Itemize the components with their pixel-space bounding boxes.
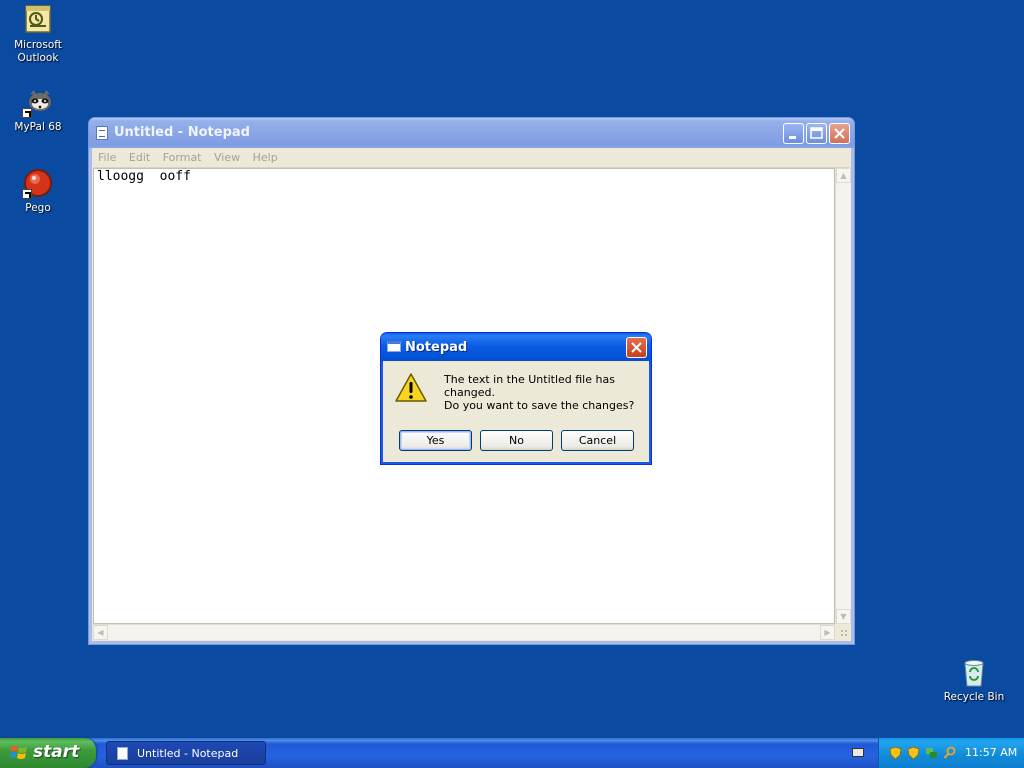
maximize-icon xyxy=(810,127,823,139)
start-label: start xyxy=(33,742,80,762)
taskbar-button-label: Untitled - Notepad xyxy=(137,747,239,760)
menu-file[interactable]: File xyxy=(98,148,116,167)
outlook-icon xyxy=(22,4,54,36)
notepad-icon xyxy=(117,747,128,760)
clock[interactable]: 11:57 AM xyxy=(965,746,1017,759)
search-icon[interactable] xyxy=(943,746,956,760)
notepad-icon xyxy=(96,126,108,140)
scroll-down-button[interactable]: ▼ xyxy=(836,609,851,624)
menu-view[interactable]: View xyxy=(214,148,240,167)
horizontal-scrollbar[interactable]: ◀ ▶ xyxy=(93,624,835,640)
save-changes-dialog: Notepad The text in the Untitled file ha… xyxy=(380,332,652,465)
shortcut-arrow-icon xyxy=(22,189,32,199)
shield-icon[interactable] xyxy=(889,746,902,760)
dialog-body: The text in the Untitled file has change… xyxy=(384,361,648,461)
menu-edit[interactable]: Edit xyxy=(129,148,150,167)
dialog-close-button[interactable] xyxy=(626,337,647,358)
desktop-icon-mypal[interactable]: MyPal 68 xyxy=(0,86,76,134)
minimize-button[interactable] xyxy=(783,123,804,144)
desktop-icon-label: MyPal 68 xyxy=(14,121,62,133)
taskbar: start Untitled - Notepad 11:57 AM xyxy=(0,738,1024,768)
recycle-bin-label: Recycle Bin xyxy=(943,691,1005,703)
pego-icon xyxy=(22,167,54,199)
close-icon xyxy=(834,128,845,139)
resize-grip-icon[interactable] xyxy=(835,624,850,639)
mypal-icon xyxy=(22,86,54,118)
keyboard-icon[interactable] xyxy=(852,748,864,757)
menu-bar: File Edit Format View Help xyxy=(93,148,850,168)
vertical-scrollbar[interactable]: ▲ ▼ xyxy=(835,168,851,624)
shortcut-arrow-icon xyxy=(22,108,32,118)
no-button[interactable]: No xyxy=(480,430,553,451)
editor-content: lloogg ooff xyxy=(97,169,191,184)
system-tray: 11:57 AM xyxy=(878,738,1024,768)
desktop-icon-pego[interactable]: Pego xyxy=(0,167,76,215)
dialog-message-line1: The text in the Untitled file has change… xyxy=(444,373,615,399)
yes-button[interactable]: Yes xyxy=(399,430,472,451)
scroll-left-button[interactable]: ◀ xyxy=(93,625,108,640)
minimize-icon xyxy=(789,136,796,139)
dialog-message-line2: Do you want to save the changes? xyxy=(444,399,635,412)
windows-logo-icon xyxy=(10,746,27,759)
desktop-icon-recycle-bin[interactable]: Recycle Bin xyxy=(936,656,1012,703)
network-icon[interactable] xyxy=(925,746,938,760)
dialog-title: Notepad xyxy=(405,340,468,355)
close-button[interactable] xyxy=(829,123,850,144)
dialog-title-bar[interactable]: Notepad xyxy=(381,333,651,361)
cancel-button[interactable]: Cancel xyxy=(561,430,634,451)
start-button[interactable]: start xyxy=(0,738,96,768)
window-title: Untitled - Notepad xyxy=(114,125,250,140)
menu-format[interactable]: Format xyxy=(163,148,202,167)
recycle-bin-icon xyxy=(958,656,990,688)
notepad-title-bar[interactable]: Untitled - Notepad xyxy=(89,118,854,148)
taskbar-notepad-button[interactable]: Untitled - Notepad xyxy=(106,741,266,765)
maximize-button[interactable] xyxy=(806,123,827,144)
warning-icon xyxy=(395,373,427,403)
desktop-icon-label: Pego xyxy=(25,202,51,214)
desktop-icon-label: Microsoft Outlook xyxy=(14,39,62,64)
scroll-right-button[interactable]: ▶ xyxy=(820,625,835,640)
desktop-icon-outlook[interactable]: Microsoft Outlook xyxy=(0,4,76,65)
shield-icon[interactable] xyxy=(907,746,920,760)
dialog-window-icon xyxy=(387,341,401,352)
close-icon xyxy=(631,342,642,353)
menu-help[interactable]: Help xyxy=(253,148,278,167)
scroll-up-button[interactable]: ▲ xyxy=(836,168,851,183)
